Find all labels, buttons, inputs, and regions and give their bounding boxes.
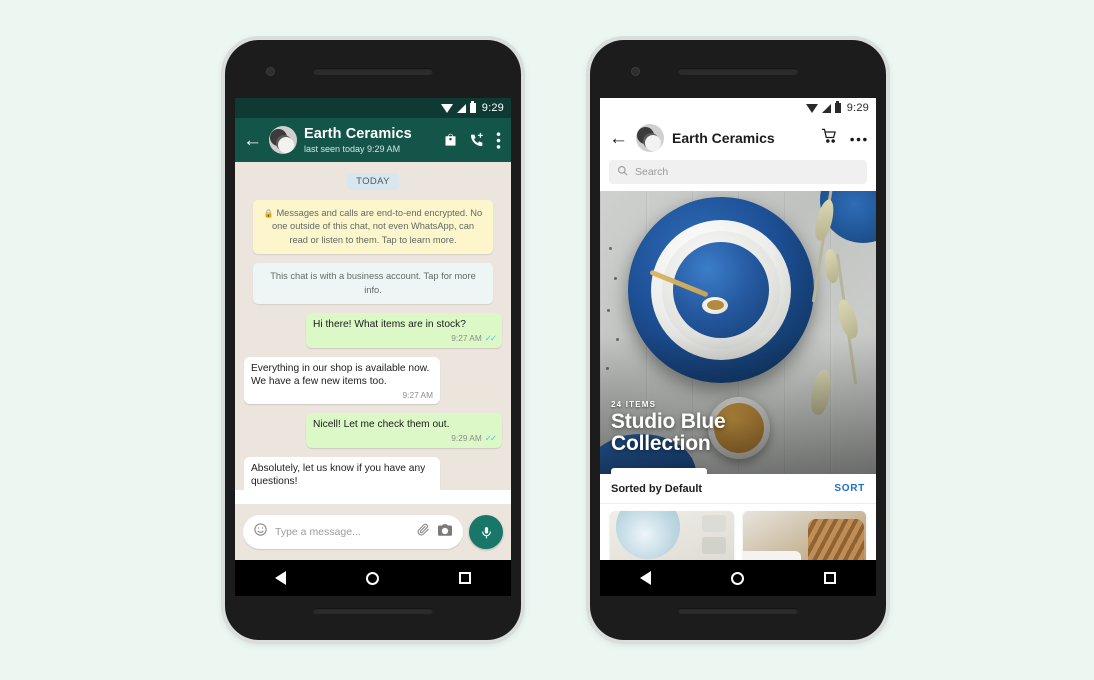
recents-square-icon[interactable] bbox=[824, 572, 836, 584]
cart-icon[interactable] bbox=[821, 128, 838, 149]
search-icon bbox=[617, 163, 628, 181]
encryption-notice[interactable]: 🔒 Messages and calls are end-to-end encr… bbox=[253, 200, 493, 255]
wifi-icon bbox=[440, 103, 453, 113]
catalog-header-actions bbox=[821, 128, 867, 149]
bottom-speaker-grille bbox=[678, 608, 798, 614]
overflow-menu-icon[interactable] bbox=[850, 129, 867, 147]
message-bubble-outgoing[interactable]: Nicell! Let me check them out. 9:29 AM ✓… bbox=[306, 413, 502, 448]
message-time: 9:27 AM bbox=[402, 390, 433, 401]
business-account-notice[interactable]: This chat is with a business account. Ta… bbox=[253, 263, 493, 305]
message-time: 9:29 AM bbox=[451, 433, 482, 444]
battery-icon bbox=[469, 101, 476, 113]
sort-row: Sorted by Default SORT bbox=[600, 474, 876, 504]
message-text: Absolutely, let us know if you have any … bbox=[251, 462, 426, 488]
status-bar-time: 9:29 bbox=[481, 102, 504, 114]
search-input[interactable]: Search bbox=[609, 160, 867, 184]
paperclip-icon[interactable] bbox=[416, 522, 430, 542]
overflow-menu-icon[interactable] bbox=[496, 131, 501, 149]
avatar[interactable] bbox=[269, 126, 297, 154]
camera-icon[interactable] bbox=[437, 523, 453, 542]
photo-speck bbox=[609, 247, 612, 250]
back-icon[interactable]: ← bbox=[609, 129, 628, 148]
message-bubble-incoming[interactable]: Everything in our shop is available now.… bbox=[244, 356, 440, 405]
search-container: Search bbox=[600, 158, 876, 191]
status-bar: 9:29 bbox=[600, 98, 876, 118]
contact-name: Earth Ceramics bbox=[304, 126, 412, 143]
whatsapp-phone-device: 9:29 ← Earth Ceramics last seen today 9:… bbox=[225, 40, 521, 640]
catalog-phone-device: 9:29 ← Earth Ceramics Search 24 ITEMS St… bbox=[590, 40, 886, 640]
message-text: Hi there! What items are in stock? bbox=[313, 319, 466, 331]
whatsapp-screen: 9:29 ← Earth Ceramics last seen today 9:… bbox=[235, 98, 511, 560]
business-name: Earth Ceramics bbox=[672, 130, 775, 146]
message-input-pill[interactable]: Type a message... bbox=[243, 515, 463, 549]
home-circle-icon[interactable] bbox=[366, 571, 379, 585]
collection-banner[interactable]: 24 ITEMS Studio Blue Collection View Col… bbox=[600, 191, 876, 474]
banner-item-count: 24 ITEMS bbox=[611, 399, 657, 409]
banner-title-line1: Studio Blue bbox=[611, 409, 726, 433]
product-tile[interactable] bbox=[742, 511, 866, 560]
bottom-speaker-grille bbox=[313, 608, 433, 614]
product-tile[interactable] bbox=[610, 511, 734, 560]
message-bubble-incoming[interactable]: Absolutely, let us know if you have any … bbox=[244, 456, 440, 490]
earpiece-speaker bbox=[678, 68, 798, 75]
catalog-screen: 9:29 ← Earth Ceramics Search 24 ITEMS St… bbox=[600, 98, 876, 560]
photo-speck bbox=[614, 277, 617, 280]
chat-message-list[interactable]: TODAY 🔒 Messages and calls are end-to-en… bbox=[235, 162, 511, 490]
earpiece-speaker bbox=[313, 68, 433, 75]
chat-header: ← Earth Ceramics last seen today 9:29 AM bbox=[235, 118, 511, 162]
status-bar-time: 9:29 bbox=[846, 102, 869, 114]
view-collection-button[interactable]: View Collection bbox=[611, 468, 707, 474]
signal-icon bbox=[821, 103, 831, 113]
message-composer: Type a message... bbox=[235, 504, 511, 560]
catalog-header: ← Earth Ceramics bbox=[600, 118, 876, 158]
banner-title-line2: Collection bbox=[611, 432, 711, 456]
wifi-icon bbox=[805, 103, 818, 113]
message-meta: 9:27 AM ✓✓ bbox=[313, 333, 497, 344]
last-seen-status: last seen today 9:29 AM bbox=[304, 143, 401, 154]
back-triangle-icon[interactable] bbox=[275, 571, 286, 585]
android-nav-bar bbox=[600, 560, 876, 596]
search-placeholder: Search bbox=[635, 166, 669, 178]
status-bar: 9:29 bbox=[235, 98, 511, 118]
message-text: Nicell! Let me check them out. bbox=[313, 419, 450, 431]
message-bubble-outgoing[interactable]: Hi there! What items are in stock? 9:27 … bbox=[306, 313, 502, 348]
avatar[interactable] bbox=[636, 124, 664, 152]
recents-square-icon[interactable] bbox=[459, 572, 471, 584]
message-time: 9:27 AM bbox=[451, 333, 482, 344]
product-grid bbox=[600, 504, 876, 560]
sort-label: Sorted by Default bbox=[611, 482, 703, 495]
photo-speck bbox=[607, 309, 610, 312]
chat-header-actions bbox=[443, 131, 503, 149]
message-meta: 9:27 AM bbox=[251, 390, 433, 401]
android-nav-bar bbox=[235, 560, 511, 596]
shopping-bag-icon[interactable] bbox=[443, 132, 458, 148]
message-meta: 9:29 AM ✓✓ bbox=[313, 433, 497, 444]
chat-title-block[interactable]: Earth Ceramics last seen today 9:29 AM bbox=[304, 126, 436, 153]
day-divider: TODAY bbox=[347, 173, 399, 190]
back-icon[interactable]: ← bbox=[243, 131, 262, 150]
encryption-notice-text: Messages and calls are end-to-end encryp… bbox=[271, 208, 483, 245]
front-camera-icon bbox=[631, 67, 640, 76]
signal-icon bbox=[456, 103, 466, 113]
back-triangle-icon[interactable] bbox=[640, 571, 651, 585]
message-input-placeholder[interactable]: Type a message... bbox=[275, 526, 409, 538]
battery-icon bbox=[834, 101, 841, 113]
message-text: Everything in our shop is available now.… bbox=[251, 362, 430, 388]
call-add-icon[interactable] bbox=[469, 132, 485, 148]
lock-icon: 🔒 bbox=[263, 209, 274, 218]
sort-button[interactable]: SORT bbox=[834, 483, 865, 494]
read-receipt-icon: ✓✓ bbox=[484, 333, 497, 344]
photo-spoon-spice bbox=[707, 300, 724, 310]
read-receipt-icon: ✓✓ bbox=[484, 433, 497, 444]
front-camera-icon bbox=[266, 67, 275, 76]
voice-record-button[interactable] bbox=[469, 515, 503, 549]
banner-text-block: 24 ITEMS Studio Blue Collection bbox=[611, 399, 726, 456]
photo-bowl-blue-inner bbox=[673, 242, 769, 338]
home-circle-icon[interactable] bbox=[731, 571, 744, 585]
smiley-icon[interactable] bbox=[253, 522, 268, 542]
